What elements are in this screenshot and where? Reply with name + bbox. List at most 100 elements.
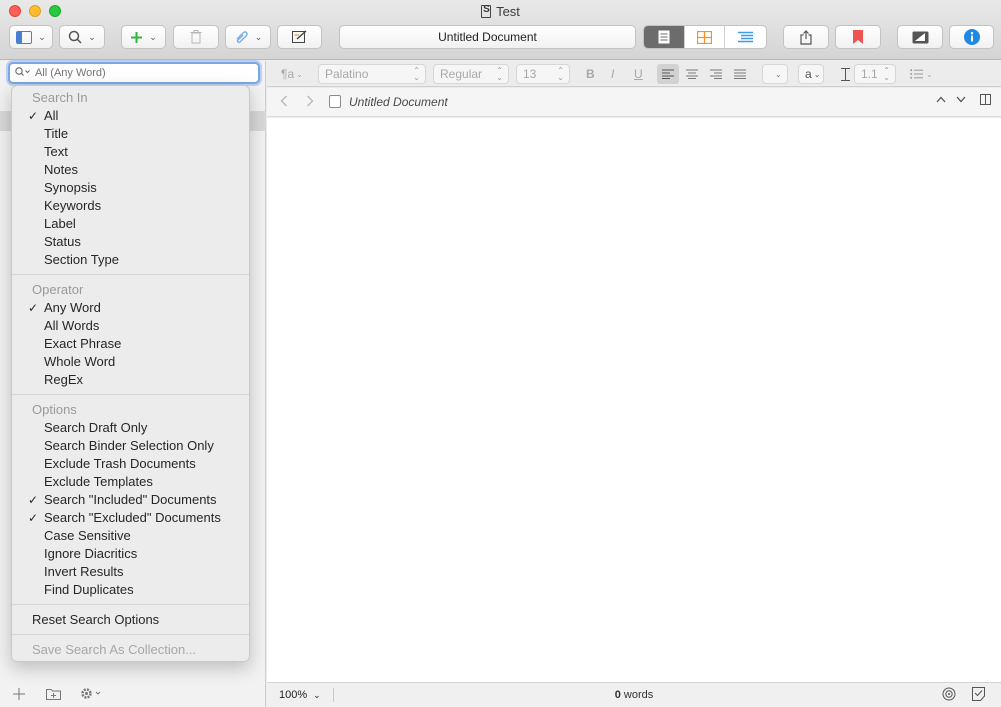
font-family-value: Palatino (325, 67, 369, 81)
menu-item-search-binder-selection-only[interactable]: ✓Search Binder Selection Only (12, 437, 249, 455)
share-button[interactable] (783, 25, 829, 49)
bold-button[interactable]: B (586, 64, 595, 84)
menu-item-exclude-trash-documents[interactable]: ✓Exclude Trash Documents (12, 455, 249, 473)
menu-item-regex[interactable]: ✓RegEx (12, 371, 249, 389)
paragraph-style-button[interactable]: ¶a ⌄ (281, 64, 303, 84)
menu-item-whole-word[interactable]: ✓Whole Word (12, 353, 249, 371)
menu-item-all-words[interactable]: ✓All Words (12, 317, 249, 335)
search-input[interactable] (35, 67, 235, 79)
document-title-button[interactable]: Untitled Document (339, 25, 636, 49)
up-down-arrows-icon: ⌃ ⌄ (557, 66, 564, 82)
menu-item-search-draft-only[interactable]: ✓Search Draft Only (12, 419, 249, 437)
font-size-value: 13 (523, 67, 537, 81)
menu-item-text[interactable]: ✓Text (12, 143, 249, 161)
menu-item-synopsis[interactable]: ✓Synopsis (12, 179, 249, 197)
attach-button[interactable]: ⌄ (225, 25, 271, 49)
menu-item-case-sensitive-label: Case Sensitive (44, 528, 131, 543)
corkboard-icon (697, 30, 712, 44)
menu-item-notes[interactable]: ✓Notes (12, 161, 249, 179)
editor-text-area[interactable] (267, 118, 1001, 682)
underline-button[interactable]: U (634, 64, 643, 84)
menu-item-invert-results[interactable]: ✓Invert Results (12, 563, 249, 581)
menu-item-label[interactable]: ✓Label (12, 215, 249, 233)
font-size-select[interactable]: 13 ⌃ ⌄ (516, 64, 570, 84)
menu-item-invert-results-label: Invert Results (44, 564, 124, 579)
menu-item-text-label: Text (44, 144, 68, 159)
font-style-select[interactable]: Regular ⌃ ⌄ (433, 64, 509, 84)
chevron-down-icon: ⌄ (926, 69, 933, 79)
add-document-button[interactable]: ⌄ (121, 25, 166, 49)
binder-search-field[interactable] (8, 62, 260, 84)
inspector-button[interactable] (949, 25, 994, 49)
align-left-icon (662, 69, 674, 79)
menu-item-find-duplicates[interactable]: ✓Find Duplicates (12, 581, 249, 599)
list-style-button[interactable]: ⌄ (910, 64, 933, 84)
search-options-icon[interactable] (15, 66, 31, 80)
editor-header: Untitled Document (267, 88, 1001, 117)
menu-item-synopsis-label: Synopsis (44, 180, 97, 195)
align-left-button[interactable] (657, 64, 679, 84)
trash-button[interactable] (173, 25, 219, 49)
compose-button[interactable] (277, 25, 322, 49)
menu-item-status[interactable]: ✓Status (12, 233, 249, 251)
menu-item-exclude-templates[interactable]: ✓Exclude Templates (12, 473, 249, 491)
window-title-text: Test (496, 4, 520, 19)
line-spacing-select[interactable]: 1.1 ⌃ ⌄ (854, 64, 896, 84)
menu-item-keywords[interactable]: ✓Keywords (12, 197, 249, 215)
chevron-down-icon: ⌄ (88, 31, 96, 42)
targets-button[interactable] (942, 687, 956, 704)
binder-actions-button[interactable] (80, 687, 102, 703)
menu-item-search-included-documents[interactable]: ✓ Search "Included" Documents (12, 491, 249, 509)
editor-document-name[interactable]: Untitled Document (349, 95, 448, 109)
italic-button[interactable]: I (611, 64, 614, 84)
document-notes-button[interactable] (972, 687, 985, 704)
menu-item-all[interactable]: ✓ All (12, 107, 249, 125)
scrivenings-view-button[interactable] (644, 26, 685, 48)
forward-arrow-icon[interactable] (306, 94, 314, 110)
align-center-button[interactable] (686, 64, 698, 84)
binder-view-button[interactable]: ⌄ (9, 25, 53, 49)
highlight-select[interactable]: a ⌄ (798, 64, 824, 84)
split-editor-button[interactable] (980, 94, 991, 108)
gear-icon (81, 688, 101, 699)
options-header-label: Options (32, 402, 77, 417)
menu-item-search-draft-only-label: Search Draft Only (44, 420, 148, 435)
menu-item-case-sensitive[interactable]: ✓Case Sensitive (12, 527, 249, 545)
checkmark-icon: ✓ (28, 301, 39, 315)
add-folder-button[interactable] (46, 687, 61, 703)
split-view-icon (980, 94, 991, 105)
reset-search-options-item[interactable]: Reset Search Options (12, 611, 249, 629)
menu-item-status-label: Status (44, 234, 81, 249)
menu-item-title[interactable]: ✓Title (12, 125, 249, 143)
chevron-up-icon (936, 96, 946, 103)
paragraph-style-glyph: ¶a (281, 67, 295, 81)
menu-item-all-words-label: All Words (44, 318, 100, 333)
add-item-button[interactable] (13, 687, 25, 703)
back-arrow-icon[interactable] (280, 94, 288, 110)
up-down-arrows-icon: ⌃ ⌄ (883, 66, 890, 82)
menu-item-ignore-diacritics[interactable]: ✓Ignore Diacritics (12, 545, 249, 563)
list-icon (910, 69, 923, 79)
chevron-down-icon (956, 96, 966, 103)
menu-item-search-excluded-documents[interactable]: ✓ Search "Excluded" Documents (12, 509, 249, 527)
outliner-view-button[interactable] (725, 26, 766, 48)
previous-document-button[interactable] (936, 94, 946, 106)
align-right-icon (710, 69, 722, 79)
checkmark-icon: ✓ (28, 109, 39, 123)
quick-search-button[interactable]: ⌄ (59, 25, 105, 49)
bookmark-button[interactable] (835, 25, 881, 49)
menu-item-section-type[interactable]: ✓Section Type (12, 251, 249, 269)
text-color-select[interactable]: ⌄ (762, 64, 788, 84)
menu-item-exact-phrase[interactable]: ✓Exact Phrase (12, 335, 249, 353)
composition-mode-button[interactable] (897, 25, 943, 49)
align-right-button[interactable] (710, 64, 722, 84)
justify-button[interactable] (734, 64, 746, 84)
share-icon (800, 29, 812, 45)
corkboard-view-button[interactable] (685, 26, 726, 48)
font-style-value: Regular (440, 67, 483, 81)
menu-item-any-word[interactable]: ✓ Any Word (12, 299, 249, 317)
menu-item-exclude-trash-documents-label: Exclude Trash Documents (44, 456, 196, 471)
next-document-button[interactable] (956, 94, 966, 106)
font-family-select[interactable]: Palatino ⌃ ⌄ (318, 64, 426, 84)
view-mode-segmented-control (643, 25, 767, 49)
